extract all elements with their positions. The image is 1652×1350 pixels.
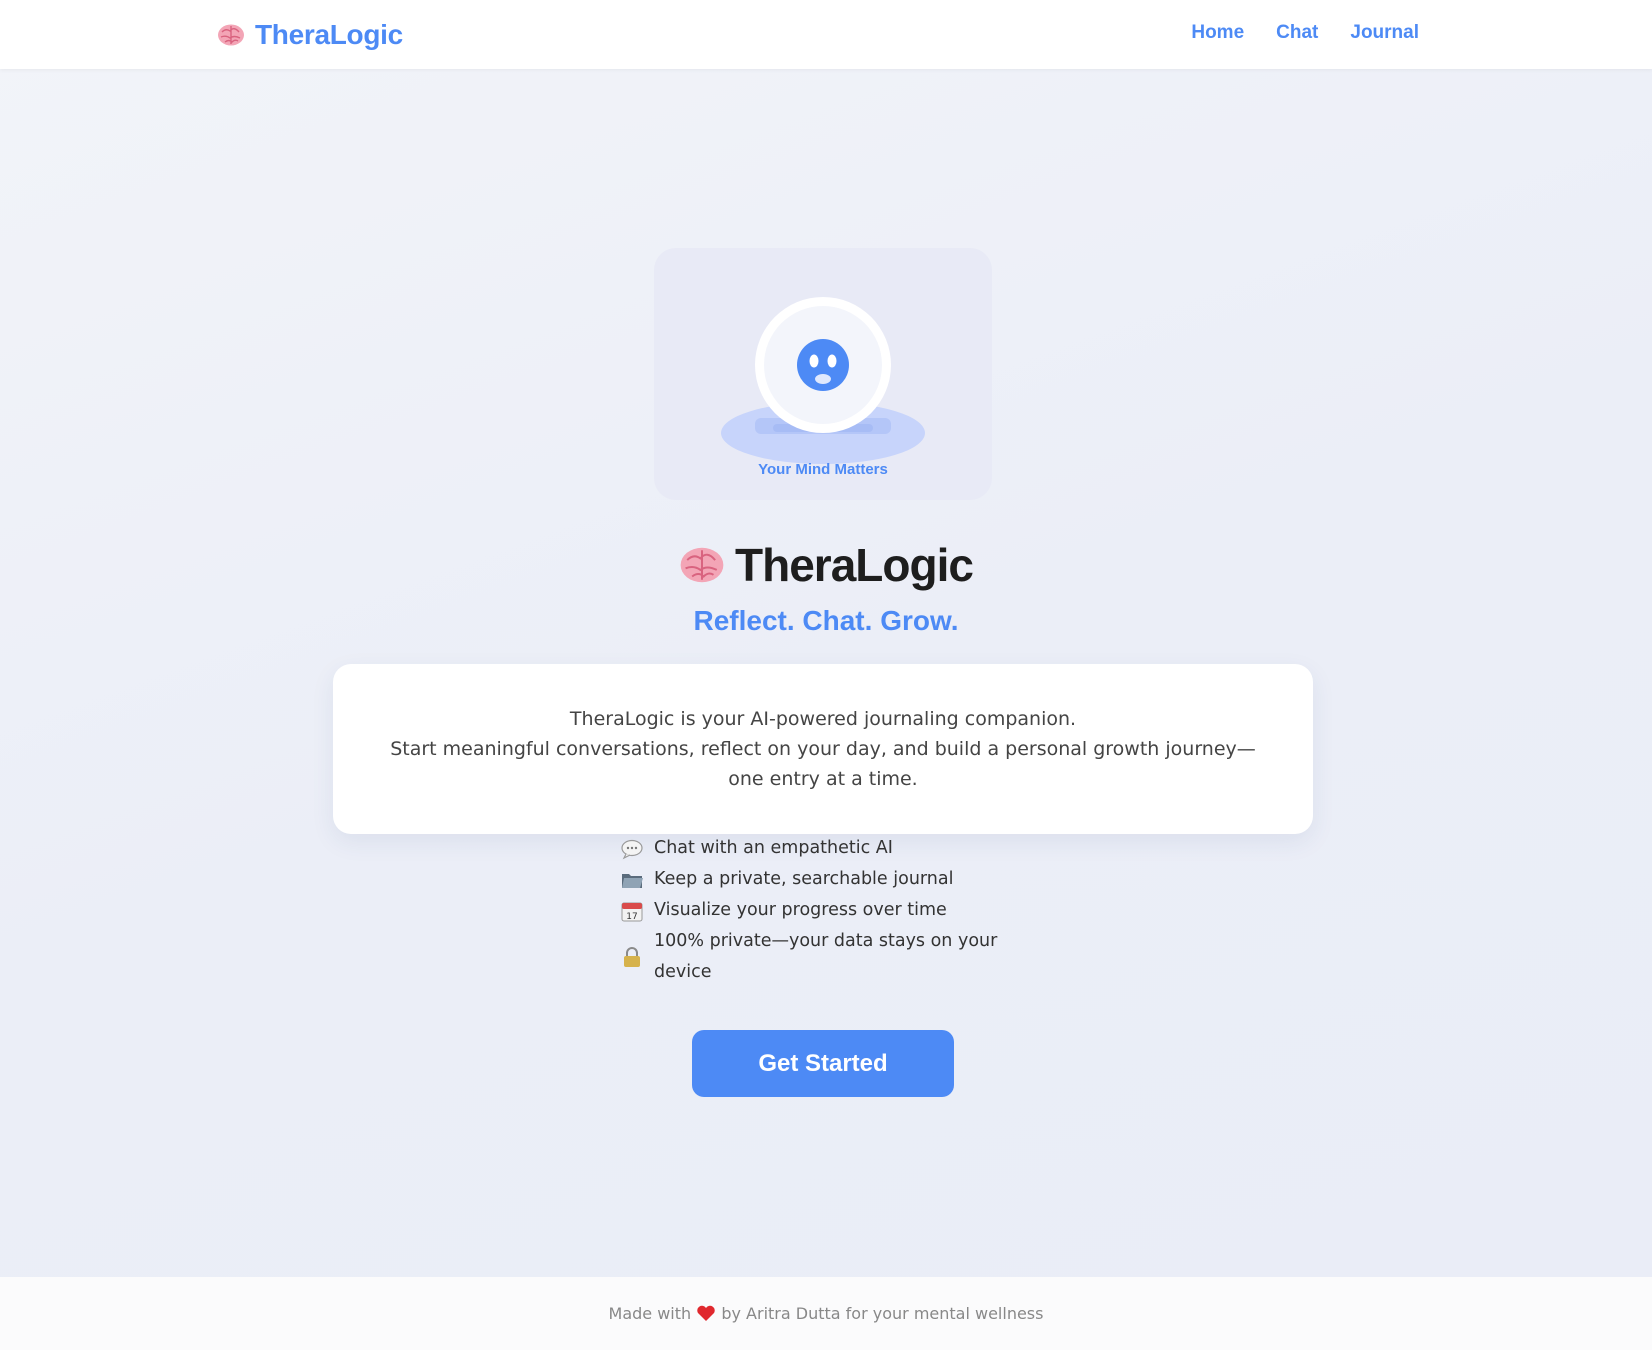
brand-logo-link[interactable]: TheraLogic <box>217 16 403 54</box>
face-icon <box>797 339 849 391</box>
illustration-caption: Your Mind Matters <box>758 461 888 478</box>
description-card: TheraLogic is your AI-powered journaling… <box>333 664 1313 834</box>
page-title: TheraLogic <box>735 539 974 591</box>
get-started-button[interactable]: Get Started <box>692 1030 954 1097</box>
speech-bubble-icon <box>621 839 643 859</box>
lock-icon <box>624 947 640 967</box>
hero-illustration: Your Mind Matters <box>654 248 992 500</box>
feature-text: Chat with an empathetic AI <box>654 838 893 858</box>
heart-icon <box>697 1305 715 1321</box>
description-line-1: TheraLogic is your AI-powered journaling… <box>569 708 1077 730</box>
brain-icon <box>218 24 244 46</box>
brand-name: TheraLogic <box>255 19 403 50</box>
folder-icon <box>622 873 643 888</box>
list-item: Keep a private, searchable journal <box>620 864 1000 895</box>
nav-link-journal[interactable]: Journal <box>1350 22 1419 44</box>
nav-link-chat[interactable]: Chat <box>1276 22 1318 44</box>
list-item: Chat with an empathetic AI <box>620 833 1000 864</box>
list-item: 17 Visualize your progress over time <box>620 895 1000 926</box>
feature-list: Chat with an empathetic AI Keep a privat… <box>620 833 1000 988</box>
description-line-2: Start meaningful conversations, reflect … <box>390 738 1256 790</box>
list-item: 100% private—your data stays on your dev… <box>620 926 1000 988</box>
calendar-icon: 17 <box>621 902 643 922</box>
tagline: Reflect. Chat. Grow. <box>693 605 959 636</box>
svg-text:17: 17 <box>626 912 637 922</box>
feature-text: Visualize your progress over time <box>654 900 947 920</box>
footer: Made with by Aritra Dutta for your menta… <box>0 1277 1652 1350</box>
nav-links: Home Chat Journal <box>1191 22 1419 44</box>
hero-title-row: TheraLogic <box>0 538 1652 592</box>
footer-prefix: Made with <box>608 1304 692 1323</box>
brain-icon <box>680 547 724 583</box>
feature-text: Keep a private, searchable journal <box>654 869 954 889</box>
nav-link-home[interactable]: Home <box>1191 22 1244 44</box>
navbar: TheraLogic Home Chat Journal <box>0 0 1652 69</box>
footer-suffix: by Aritra Dutta for your mental wellness <box>721 1304 1044 1323</box>
feature-text: 100% private—your data stays on your dev… <box>654 931 998 982</box>
